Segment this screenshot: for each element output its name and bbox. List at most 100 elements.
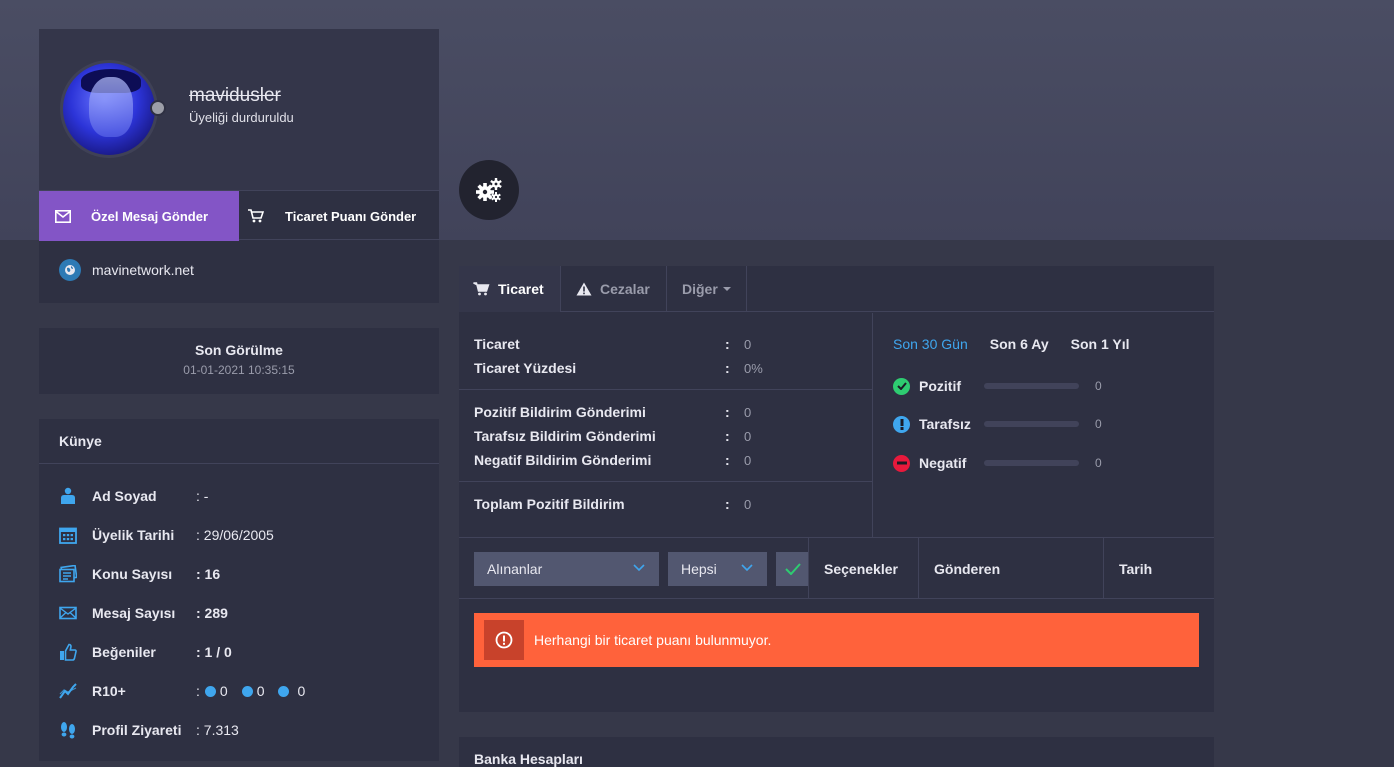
username: mavidusler bbox=[189, 85, 281, 106]
stat-value: 0 bbox=[744, 336, 752, 352]
stat-colon: : bbox=[725, 336, 730, 352]
apply-filter-button[interactable] bbox=[776, 552, 809, 586]
offline-status-dot bbox=[150, 100, 166, 116]
feedback-bar bbox=[984, 383, 1079, 389]
envelope-icon bbox=[55, 209, 71, 223]
stat-label: Toplam Pozitif Bildirim bbox=[474, 496, 625, 512]
tab-diger[interactable]: Diğer bbox=[667, 266, 747, 312]
trade-filter-row: Alınanlar Hepsi Seçenekler Gönderen Tari… bbox=[459, 537, 1214, 599]
check-icon bbox=[784, 563, 801, 575]
website-link[interactable]: mavinetwork.net bbox=[59, 259, 194, 281]
info-label: Profil Ziyareti bbox=[92, 722, 182, 738]
info-label: Konu Sayısı bbox=[92, 566, 173, 582]
user-icon bbox=[61, 487, 75, 504]
feedback-value: 0 bbox=[1095, 417, 1102, 431]
stat-label: Pozitif Bildirim Gönderimi bbox=[474, 404, 646, 420]
column-header-options: Seçenekler bbox=[808, 538, 918, 599]
send-private-message-button[interactable]: Özel Mesaj Gönder bbox=[39, 191, 239, 241]
minus-circle-icon bbox=[893, 454, 910, 472]
warning-icon bbox=[576, 282, 592, 296]
feedback-summary: Son 30 Gün Son 6 Ay Son 1 Yıl Pozitif 0 … bbox=[893, 336, 1193, 472]
info-label: Ad Soyad bbox=[92, 488, 157, 504]
bank-accounts-card: Banka Hesapları bbox=[459, 737, 1214, 767]
stat-label: Ticaret Yüzdesi bbox=[474, 360, 577, 376]
stat-value: 0 bbox=[744, 428, 752, 444]
direction-select-value: Alınanlar bbox=[487, 561, 543, 577]
settings-button[interactable] bbox=[459, 160, 519, 220]
check-circle-icon bbox=[893, 377, 910, 395]
r10-dot-icon bbox=[241, 686, 253, 697]
feedback-bar bbox=[984, 421, 1079, 427]
info-value: : 29/06/2005 bbox=[196, 527, 274, 543]
empty-alert: Herhangi bir ticaret puanı bulunmuyor. bbox=[474, 613, 1199, 667]
calendar-icon bbox=[59, 527, 77, 544]
info-row-r10-plus: R10+ : 0 0 0 bbox=[59, 681, 305, 701]
stat-colon: : bbox=[725, 404, 730, 420]
stat-label: Negatif Bildirim Gönderimi bbox=[474, 452, 652, 468]
tab-ticaret[interactable]: Ticaret bbox=[459, 266, 561, 312]
stat-label: Ticaret bbox=[474, 336, 520, 352]
stat-row-pozitif-gonderim: Pozitif Bildirim Gönderimi : 0 bbox=[474, 402, 751, 422]
info-label: Mesaj Sayısı bbox=[92, 605, 176, 621]
period-30-days[interactable]: Son 30 Gün bbox=[893, 336, 968, 352]
alert-message: Herhangi bir ticaret puanı bulunmuyor. bbox=[534, 632, 772, 648]
period-6-months[interactable]: Son 6 Ay bbox=[990, 336, 1049, 352]
info-row-topic-count: Konu Sayısı : 16 bbox=[59, 564, 220, 584]
gears-icon bbox=[476, 178, 502, 202]
feedback-label: Pozitif bbox=[919, 378, 961, 394]
period-tabs: Son 30 Gün Son 6 Ay Son 1 Yıl bbox=[893, 336, 1193, 352]
profile-header: mavidusler Üyeliği durduruldu bbox=[39, 29, 439, 190]
r10-value: 0 bbox=[219, 683, 228, 699]
kunye-card: Künye Ad Soyad : - Üyelik Tarihi : 29/06… bbox=[39, 419, 439, 761]
trade-tabs: Ticaret Cezalar Diğer bbox=[459, 266, 1214, 312]
direction-select[interactable]: Alınanlar bbox=[474, 552, 659, 586]
stat-row-ticaret: Ticaret : 0 bbox=[474, 334, 751, 354]
stat-label: Tarafsız Bildirim Gönderimi bbox=[474, 428, 656, 444]
info-value: : - bbox=[196, 488, 209, 504]
trade-panel: Ticaret Cezalar Diğer Ticaret : 0 Ticare… bbox=[459, 266, 1214, 712]
feedback-value: 0 bbox=[1095, 456, 1102, 470]
profile-card: mavidusler Üyeliği durduruldu Özel Mesaj… bbox=[39, 29, 439, 303]
chevron-down-icon bbox=[633, 564, 645, 572]
type-select-value: Hepsi bbox=[681, 561, 717, 577]
trend-icon bbox=[59, 683, 77, 699]
stat-colon: : bbox=[725, 496, 730, 512]
r10-dot-icon bbox=[204, 686, 216, 697]
type-select[interactable]: Hepsi bbox=[668, 552, 767, 586]
feedback-label: Negatif bbox=[919, 455, 967, 471]
globe-icon bbox=[59, 259, 81, 281]
info-row-likes: Beğeniler : 1 / 0 bbox=[59, 642, 232, 662]
thumbs-up-icon bbox=[60, 643, 77, 661]
cart-icon bbox=[473, 282, 490, 296]
divider bbox=[459, 481, 873, 482]
chevron-down-icon bbox=[741, 564, 753, 572]
stat-row-negatif-gonderim: Negatif Bildirim Gönderimi : 0 bbox=[474, 450, 751, 470]
exclamation-circle-icon bbox=[893, 415, 910, 433]
stat-colon: : bbox=[725, 452, 730, 468]
tab-cezalar-label: Cezalar bbox=[600, 281, 650, 297]
envelope-icon bbox=[59, 606, 77, 620]
info-value: : 16 bbox=[196, 566, 221, 582]
r10-value: 0 bbox=[256, 683, 265, 699]
tab-diger-label: Diğer bbox=[682, 281, 718, 297]
tab-cezalar[interactable]: Cezalar bbox=[561, 266, 667, 312]
info-row-message-count: Mesaj Sayısı : 289 bbox=[59, 603, 228, 623]
website-text: mavinetwork.net bbox=[92, 262, 194, 278]
send-trade-point-button[interactable]: Ticaret Puanı Gönder bbox=[239, 191, 439, 241]
kunye-title: Künye bbox=[39, 419, 439, 464]
info-value: : 289 bbox=[196, 605, 228, 621]
r10-dot-icon bbox=[278, 686, 290, 697]
stat-value: 0 bbox=[744, 452, 752, 468]
stat-value: 0 bbox=[744, 496, 752, 512]
period-1-year[interactable]: Son 1 Yıl bbox=[1071, 336, 1130, 352]
feedback-value: 0 bbox=[1095, 379, 1102, 393]
info-row-profile-visits: Profil Ziyareti : 7.313 bbox=[59, 720, 239, 740]
avatar[interactable] bbox=[60, 60, 158, 158]
r10-value: 0 bbox=[297, 683, 306, 699]
cart-icon bbox=[248, 209, 264, 223]
feedback-bar bbox=[984, 460, 1079, 466]
info-label: Beğeniler bbox=[92, 644, 156, 660]
feedback-row-positive: Pozitif 0 bbox=[893, 376, 1102, 396]
info-value: : 7.313 bbox=[196, 722, 239, 738]
info-row-full-name: Ad Soyad : - bbox=[59, 486, 208, 506]
